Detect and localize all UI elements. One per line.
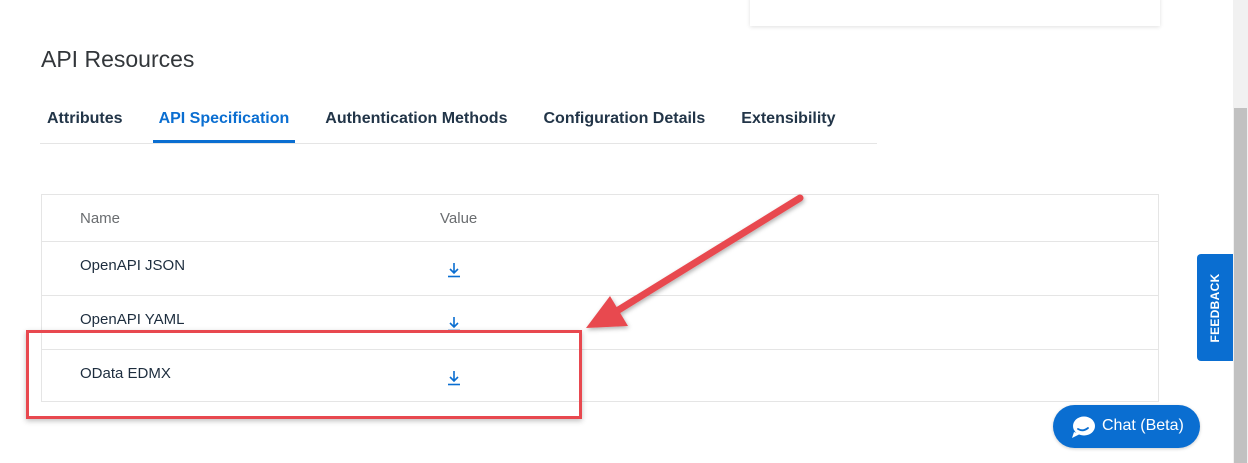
top-card xyxy=(750,0,1160,26)
table-header: Name Value xyxy=(42,195,1158,242)
column-header-name: Name xyxy=(80,210,121,227)
tab-attributes[interactable]: Attributes xyxy=(41,100,129,143)
scrollbar-thumb[interactable] xyxy=(1234,108,1247,463)
feedback-label: FEEDBACK xyxy=(1208,272,1222,343)
chat-bubble-icon xyxy=(1072,416,1095,438)
row-name: OpenAPI YAML xyxy=(80,311,185,328)
tab-extensibility[interactable]: Extensibility xyxy=(735,100,841,143)
tab-api-specification[interactable]: API Specification xyxy=(152,100,296,143)
chat-label: Chat (Beta) xyxy=(1102,417,1184,434)
download-icon[interactable] xyxy=(447,262,461,278)
section-title: API Resources xyxy=(41,46,195,72)
tab-configuration-details[interactable]: Configuration Details xyxy=(537,100,711,143)
table-row: OpenAPI JSON xyxy=(42,242,1158,296)
tab-bar: Attributes API Specification Authenticat… xyxy=(40,100,877,144)
tab-authentication-methods[interactable]: Authentication Methods xyxy=(319,100,513,143)
annotation-highlight-box xyxy=(26,330,582,419)
feedback-tab[interactable]: FEEDBACK xyxy=(1197,254,1233,361)
row-name: OpenAPI JSON xyxy=(80,257,186,274)
column-header-value: Value xyxy=(440,210,478,227)
chat-button[interactable]: Chat (Beta) xyxy=(1053,405,1200,448)
